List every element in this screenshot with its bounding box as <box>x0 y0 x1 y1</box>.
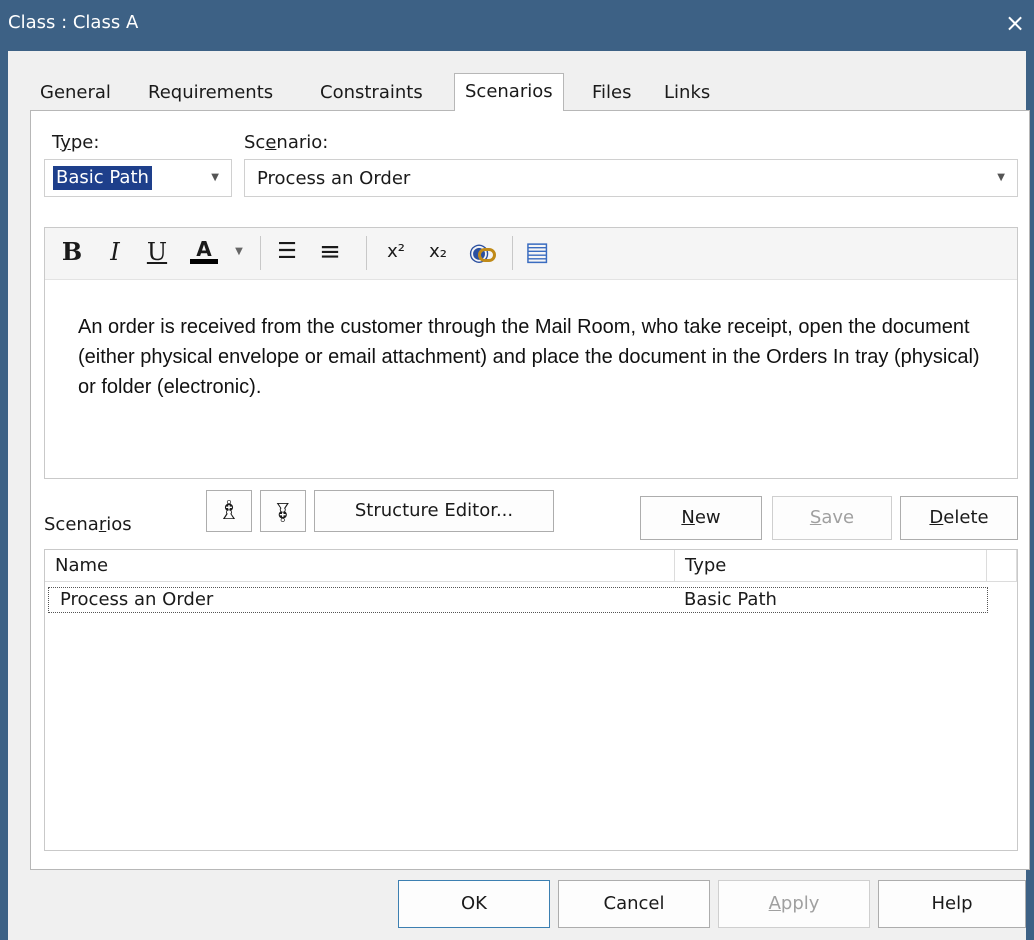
scenario-dropdown[interactable]: Process an Order ▼ <box>244 159 1018 197</box>
close-button[interactable]: × <box>1000 8 1030 38</box>
document-icon[interactable]: ▤ <box>524 234 550 270</box>
toolbar-separator <box>366 236 367 270</box>
save-button[interactable]: Save <box>772 496 892 540</box>
cell-name: Process an Order <box>60 589 214 610</box>
move-down-button[interactable]: ♗ <box>260 490 306 532</box>
column-header-type[interactable]: Type <box>675 550 987 582</box>
delete-button[interactable]: Delete <box>900 496 1018 540</box>
window-title: Class : Class A <box>8 12 139 33</box>
move-up-icon: ♗ <box>217 496 241 526</box>
column-header-name[interactable]: Name <box>45 550 675 582</box>
type-dropdown[interactable]: Basic Path ▼ <box>44 159 232 197</box>
ok-button[interactable]: OK <box>398 880 550 928</box>
chevron-down-icon[interactable]: ▼ <box>232 234 246 270</box>
tab-scenarios[interactable]: Scenarios <box>454 73 564 111</box>
tab-constraints[interactable]: Constraints <box>310 78 433 112</box>
bullet-list-icon[interactable]: ☰ <box>272 234 302 270</box>
chain-link-icon <box>478 248 496 262</box>
scenarios-label: Scenarios <box>44 514 132 535</box>
numbered-list-icon[interactable]: ≡ <box>314 234 346 270</box>
apply-button[interactable]: Apply <box>718 880 870 928</box>
chevron-down-icon: ▼ <box>997 172 1005 183</box>
underline-button[interactable]: U <box>144 234 170 270</box>
scenario-value: Process an Order <box>257 168 411 189</box>
tab-requirements[interactable]: Requirements <box>138 78 283 112</box>
scenario-label: Scenario: <box>244 132 329 153</box>
tab-general[interactable]: General <box>30 78 121 112</box>
superscript-icon[interactable]: x² <box>380 234 412 270</box>
subscript-icon[interactable]: x₂ <box>422 234 454 270</box>
chevron-down-icon: ▼ <box>211 172 219 183</box>
column-header-filler <box>987 550 1017 582</box>
font-color-icon: A <box>196 237 212 261</box>
structure-editor-button[interactable]: Structure Editor... <box>314 490 554 532</box>
tab-links[interactable]: Links <box>654 78 720 112</box>
tab-files[interactable]: Files <box>582 78 642 112</box>
cell-type: Basic Path <box>684 589 777 610</box>
cancel-button[interactable]: Cancel <box>558 880 710 928</box>
toolbar-separator <box>512 236 513 270</box>
italic-button[interactable]: I <box>104 234 126 270</box>
move-up-button[interactable]: ♗ <box>206 490 252 532</box>
hyperlink-icon[interactable]: ◉ <box>462 234 496 270</box>
type-value: Basic Path <box>53 166 152 190</box>
move-down-icon: ♗ <box>271 496 295 526</box>
bold-button[interactable]: B <box>58 234 86 270</box>
description-text: An order is received from the customer t… <box>78 316 980 398</box>
toolbar-separator <box>260 236 261 270</box>
help-button[interactable]: Help <box>878 880 1026 928</box>
title-bar: Class : Class A × <box>0 0 1034 51</box>
font-color-button[interactable]: A <box>190 234 218 264</box>
new-button[interactable]: New <box>640 496 762 540</box>
type-label: Type: <box>52 132 100 153</box>
